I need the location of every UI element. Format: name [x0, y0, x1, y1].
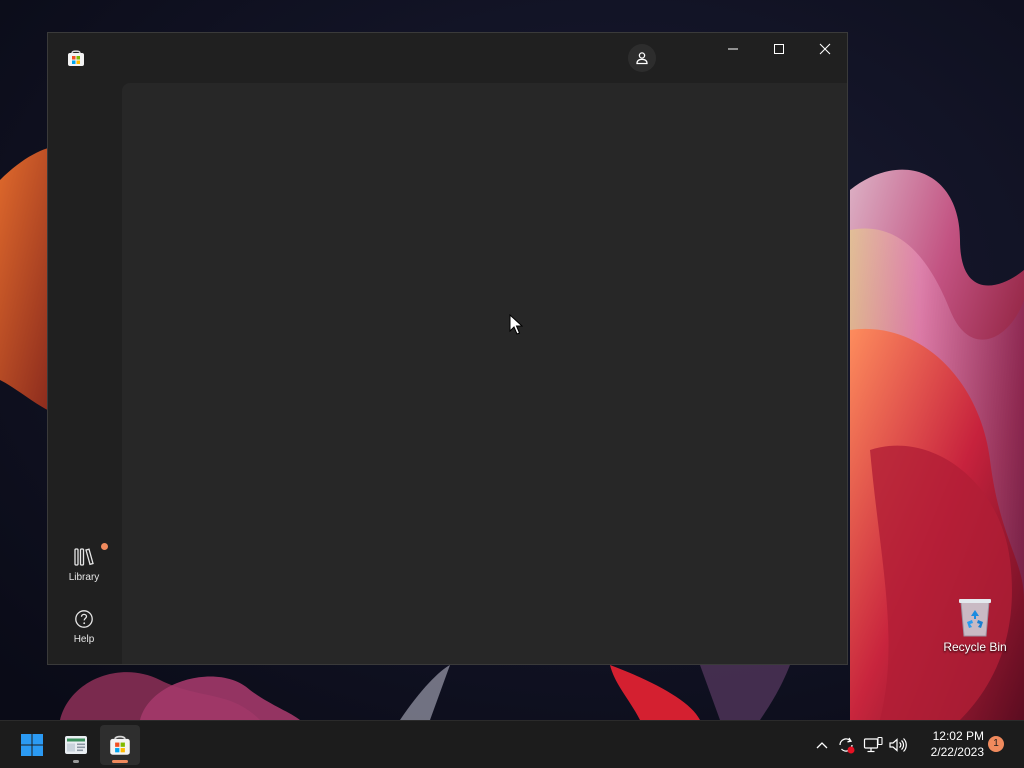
mouse-cursor-icon — [509, 314, 523, 335]
taskbar: 12:02 PM 2/22/2023 — [0, 720, 1024, 768]
network-icon — [863, 736, 883, 753]
clock-date: 2/22/2023 — [930, 745, 984, 759]
taskbar-store-app[interactable] — [100, 725, 140, 765]
network-tray-button[interactable] — [863, 735, 883, 755]
library-icon — [74, 548, 94, 566]
recycle-bin-icon — [959, 599, 991, 637]
close-button[interactable] — [802, 33, 848, 65]
help-icon — [75, 610, 93, 628]
widgets-app-icon — [65, 736, 87, 754]
nav-library-label: Library — [68, 572, 100, 583]
running-indicator — [73, 760, 79, 763]
library-update-badge — [101, 543, 108, 550]
sync-tray-button[interactable] — [836, 735, 856, 755]
nav-library[interactable]: Library — [60, 539, 108, 591]
content-pane — [122, 83, 847, 664]
profile-button[interactable] — [628, 44, 656, 72]
recycle-bin-label: Recycle Bin — [943, 640, 1007, 654]
nav-help[interactable]: Help — [60, 601, 108, 653]
minimize-button[interactable] — [710, 33, 756, 65]
minimize-icon — [728, 48, 738, 50]
maximize-button[interactable] — [756, 33, 802, 65]
show-hidden-icons-button[interactable] — [812, 735, 832, 755]
taskbar-widgets-app[interactable] — [56, 725, 96, 765]
person-icon — [636, 52, 648, 65]
start-button[interactable] — [12, 725, 52, 765]
clock-time: 12:02 PM — [932, 729, 984, 743]
close-icon — [819, 43, 831, 55]
store-taskbar-icon — [110, 735, 130, 755]
chevron-up-icon — [816, 742, 828, 749]
notification-center-badge[interactable]: 1 — [988, 736, 1004, 752]
speaker-icon — [889, 738, 907, 752]
store-app-icon — [68, 50, 84, 66]
store-window: Library Help — [47, 32, 848, 665]
nav-help-label: Help — [73, 634, 95, 645]
maximize-icon — [774, 44, 784, 54]
title-bar[interactable] — [48, 33, 847, 81]
recycle-bin-desktop-icon[interactable]: Recycle Bin — [940, 596, 1010, 662]
active-indicator — [112, 760, 128, 763]
volume-tray-button[interactable] — [888, 735, 908, 755]
clock[interactable]: 12:02 PM 2/22/2023 — [912, 728, 984, 760]
windows-logo-icon — [21, 734, 43, 756]
sync-icon — [839, 737, 855, 754]
